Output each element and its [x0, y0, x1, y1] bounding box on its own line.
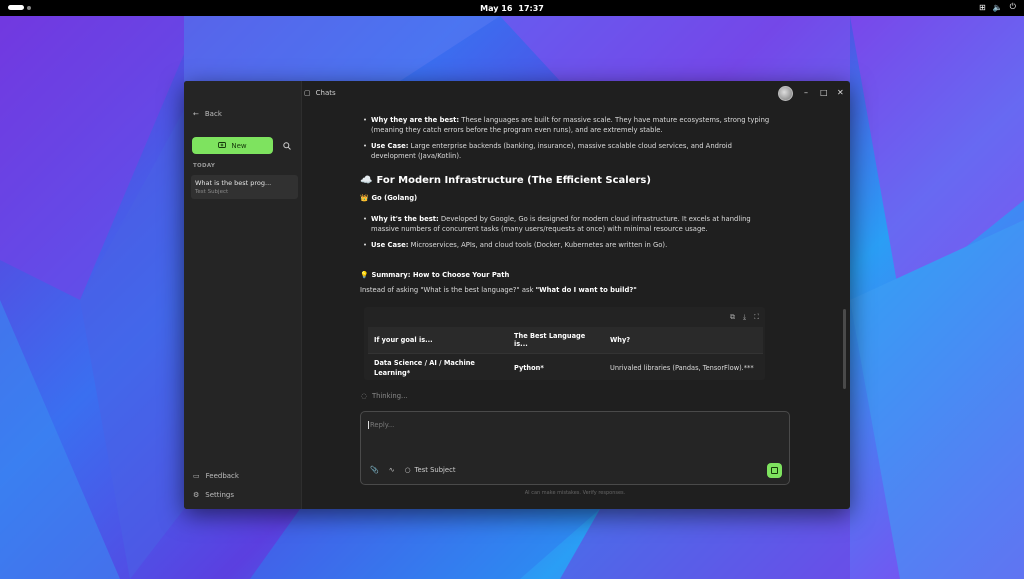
text-caret: [368, 421, 369, 429]
feedback-icon: ▭: [193, 472, 200, 480]
stop-icon: [771, 467, 778, 474]
chats-header: ▢ Chats: [302, 86, 336, 100]
table-header-cell: If your goal is...: [368, 327, 508, 354]
cloud-icon: ☁️: [360, 175, 373, 186]
paperclip-icon[interactable]: 📎: [370, 466, 379, 474]
section-heading: ☁️ For Modern Infrastructure (The Effici…: [360, 176, 651, 186]
subject-icon: ○: [404, 466, 411, 474]
top-bar: May 16 17:37 ⊞ 🔈 ⏻: [0, 0, 1024, 16]
feedback-button[interactable]: ▭ Feedback: [193, 472, 239, 480]
table-cell: Unrivaled libraries (Pandas, TensorFlow)…: [610, 364, 754, 372]
list-item-bold: Use Case:: [371, 241, 409, 249]
gear-icon: ⚙: [193, 491, 200, 499]
disclaimer: AI can make mistakes. Verify responses.: [524, 490, 626, 496]
search-button[interactable]: [278, 137, 295, 154]
sidebar: ← Back New TODAY What is the best prog..…: [184, 81, 302, 509]
list-item-bold: Use Case:: [371, 142, 409, 150]
list-item: Why it's the best: Developed by Google, …: [360, 214, 770, 234]
close-button[interactable]: ✕: [837, 88, 844, 97]
activities-button[interactable]: [8, 5, 31, 10]
app-window: ← Back New TODAY What is the best prog..…: [184, 81, 850, 509]
settings-button[interactable]: ⚙ Settings: [193, 491, 234, 499]
arrow-left-icon: ←: [193, 110, 199, 118]
table-header-cell: The Best Language is...: [508, 327, 604, 354]
thinking-label: Thinking...: [371, 392, 408, 400]
pulse-icon[interactable]: ∿: [389, 466, 395, 474]
minimize-button[interactable]: –: [804, 88, 808, 97]
reply-placeholder: Reply...: [370, 421, 395, 429]
minimize-icon: –: [804, 88, 808, 97]
sub-heading-text: Go (Golang): [371, 194, 418, 202]
crown-icon: 👑: [360, 194, 369, 202]
table-toolbar: ⧉ ⤓ ⛶: [730, 313, 759, 322]
network-icon: ⊞: [979, 2, 986, 12]
new-chat-label: New: [231, 141, 247, 150]
volume-icon: 🔈: [992, 2, 1003, 12]
send-button[interactable]: [767, 463, 782, 478]
composer-tools: 📎 ∿ ○ Test Subject: [370, 466, 456, 474]
close-icon: ✕: [837, 88, 844, 97]
list-item: Use Case: Large enterprise backends (ban…: [360, 141, 770, 161]
list-item-text: Microservices, APIs, and cloud tools (Do…: [408, 241, 668, 249]
table-cell: Data Science / AI / Machine Learning*: [374, 359, 475, 377]
search-icon: [282, 141, 291, 150]
list-item: Use Case: Microservices, APIs, and cloud…: [360, 240, 770, 250]
list-item-bold: Why they are the best:: [371, 116, 460, 124]
copy-icon[interactable]: ⧉: [730, 313, 735, 322]
subject-selector[interactable]: ○ Test Subject: [405, 466, 456, 474]
new-chat-icon: [218, 142, 227, 148]
summary-heading-text: Summary: How to Choose Your Path: [371, 271, 510, 279]
summary-text-bold: "What do I want to build?": [535, 286, 637, 294]
back-label: Back: [204, 110, 222, 118]
workspace-indicator-active: [8, 5, 24, 10]
thinking-indicator: ◌ Thinking...: [361, 392, 408, 400]
summary-text-body: Instead of asking "What is the best lang…: [360, 286, 536, 294]
comparison-table: ⧉ ⤓ ⛶ If your goal is... The Best Langua…: [364, 307, 765, 380]
summary-text: Instead of asking "What is the best lang…: [360, 285, 770, 295]
chat-bubble-icon: ▢: [304, 89, 311, 97]
settings-label: Settings: [205, 491, 234, 499]
table: If your goal is... The Best Language is.…: [368, 327, 763, 382]
system-tray[interactable]: ⊞ 🔈 ⏻: [979, 2, 1016, 12]
list-item-bold: Why it's the best:: [371, 215, 439, 223]
table-cell: Python*: [514, 364, 544, 372]
new-chat-button[interactable]: New: [192, 137, 273, 154]
chat-list-item[interactable]: What is the best prog... Test Subject: [191, 175, 298, 199]
clock-date: May 16: [480, 3, 513, 13]
section-label-today: TODAY: [193, 163, 216, 169]
chat-list-item-title: What is the best prog...: [195, 179, 272, 187]
scrollbar[interactable]: [843, 309, 846, 389]
summary-heading: 💡 Summary: How to Choose Your Path: [360, 270, 509, 280]
chat-list-item-subtitle: Test Subject: [195, 189, 229, 195]
maximize-button[interactable]: □: [820, 88, 828, 97]
clock-time: 17:37: [518, 3, 544, 13]
table-header-row: If your goal is... The Best Language is.…: [368, 327, 763, 354]
sub-heading: 👑 Go (Golang): [360, 193, 417, 203]
feedback-label: Feedback: [205, 472, 239, 480]
chats-title-label: Chats: [315, 89, 336, 97]
back-button[interactable]: ← Back: [193, 110, 222, 118]
clock[interactable]: May 16 17:37: [480, 4, 544, 13]
subject-label: Test Subject: [414, 466, 456, 474]
spinner-icon: ◌: [361, 392, 367, 400]
list-item-text: Large enterprise backends (banking, insu…: [371, 142, 732, 160]
table-header-cell: Why?: [604, 327, 763, 354]
table-row: Data Science / AI / Machine Learning* Py…: [368, 354, 763, 383]
composer: Reply... 📎 ∿ ○ Test Subject: [360, 411, 790, 485]
reply-input[interactable]: Reply...: [368, 421, 394, 429]
download-icon[interactable]: ⤓: [743, 313, 746, 322]
list-item: Why they are the best: These languages a…: [360, 115, 770, 135]
section-heading-text: For Modern Infrastructure (The Efficient…: [376, 175, 651, 186]
lightbulb-icon: 💡: [360, 271, 369, 279]
expand-icon[interactable]: ⛶: [754, 313, 759, 322]
avatar[interactable]: [778, 86, 793, 101]
power-icon: ⏻: [1009, 2, 1016, 11]
maximize-icon: □: [820, 88, 828, 97]
workspace-indicator: [27, 5, 31, 10]
